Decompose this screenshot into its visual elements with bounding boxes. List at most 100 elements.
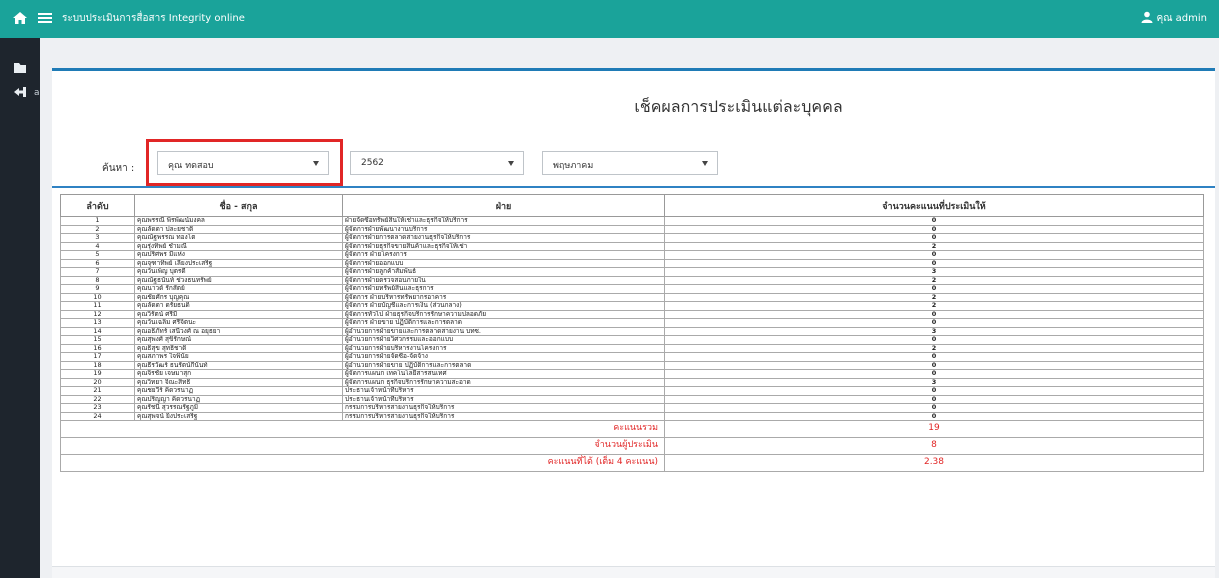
- row-name: คุณชัยศักร บุญคุณ: [134, 292, 343, 302]
- evaluation-panel: เช็คผลการประเมินแต่ละบุคคล ค้นหา : คุณ ท…: [52, 68, 1215, 578]
- row-department: ฝ่ายจัดซื้อทรัพย์สินให้เช่าและธุรกิจให้บ…: [342, 216, 665, 226]
- row-score: 0: [664, 216, 1204, 226]
- row-number: 23: [60, 403, 135, 413]
- user-icon: [1141, 11, 1153, 23]
- table-row: 21 คุณชยวีร์ คิดวรนาฏ ประธานเจ้าหน้าที่บริ…: [60, 386, 1204, 396]
- summary-label: คะแนนรวม: [60, 420, 665, 438]
- row-name: คุณลัดดา ดรัยธนดิ: [134, 301, 343, 311]
- row-number: 11: [60, 301, 135, 311]
- row-score: 3: [664, 326, 1204, 336]
- row-score: 0: [664, 335, 1204, 345]
- summary-value: 2.38: [664, 454, 1204, 472]
- table-row: 1 คุณพรรณี พิรพัฒน์มงคล ฝ่ายจัดซื้อทรัพย์ส…: [60, 216, 1204, 226]
- row-department: ผู้จัดการฝ่ายออกแบบ: [342, 258, 665, 268]
- table-row: 8 คุณณัฐธนันท์ ช่วงธนทรัพย์ ผู้จัดการฝ่ายต…: [60, 275, 1204, 285]
- row-number: 2: [60, 224, 135, 234]
- row-score: 0: [664, 386, 1204, 396]
- header-score: จำนวนคะแนนที่ประเมินให้: [664, 194, 1204, 217]
- row-number: 20: [60, 377, 135, 387]
- table-row: 22 คุณปริญญา คิดวรนาฏ ประธานเจ้าหน้าที่บริ…: [60, 394, 1204, 404]
- row-score: 2: [664, 275, 1204, 285]
- menu-icon[interactable]: [38, 11, 52, 25]
- row-name: คุณปริญญา คิดวรนาฏ: [134, 394, 343, 404]
- row-name: คุณปริศพร มีแห่ง: [134, 250, 343, 260]
- year-select[interactable]: 2562: [350, 151, 524, 175]
- app-title[interactable]: ระบบประเมินการสื่อสาร Integrity online: [62, 11, 245, 26]
- row-name: คุณวันเฉลิม ศรีจิตนะ: [134, 318, 343, 328]
- row-score: 0: [664, 258, 1204, 268]
- row-score: 2: [664, 292, 1204, 302]
- row-name: คุณลัดดา ปละยชาติ: [134, 224, 343, 234]
- sign-out-icon[interactable]: [10, 84, 30, 100]
- row-name: คุณวิรัตน์ ศรีมี: [134, 309, 343, 319]
- row-score: 0: [664, 411, 1204, 421]
- summary-label: คะแนนที่ได้ (เต็ม 4 คะแนน): [60, 454, 665, 472]
- row-number: 18: [60, 360, 135, 370]
- table-row: 14 คุณอธิภัทร์ เสนีวงศ์ ณ อยุธยา ผู้อำนวยก…: [60, 326, 1204, 336]
- row-department: กรรมการบริหารสายงานธุรกิจให้บริการ: [342, 403, 665, 413]
- row-name: คุณจุฑาทิพย์ เลียงประเสริฐ: [134, 258, 343, 268]
- row-number: 13: [60, 318, 135, 328]
- row-department: ผู้จัดการ ฝ่ายบัญชีและการเงิน (ส่วนกลาง): [342, 301, 665, 311]
- row-number: 14: [60, 326, 135, 336]
- row-name: คุณรุ่งทิพย์ ชำมณี: [134, 241, 343, 251]
- row-number: 4: [60, 241, 135, 251]
- chevron-down-icon: [508, 161, 514, 166]
- row-score: 0: [664, 403, 1204, 413]
- summary-row: จำนวนผู้ประเมิน 8: [60, 437, 1204, 455]
- row-number: 22: [60, 394, 135, 404]
- header-department: ฝ่าย: [342, 194, 665, 217]
- row-number: 15: [60, 335, 135, 345]
- panel-footer: [52, 566, 1215, 578]
- home-icon[interactable]: [12, 10, 28, 26]
- row-name: คุณธิสุข สุทธิชาติ: [134, 343, 343, 353]
- month-select[interactable]: พฤษภาคม: [542, 151, 718, 175]
- row-number: 10: [60, 292, 135, 302]
- row-name: คุณนาวด์ รักสัตย์: [134, 284, 343, 294]
- table-row: 4 คุณรุ่งทิพย์ ชำมณี ผู้จัดการฝ่ายธุรกิจขา…: [60, 241, 1204, 251]
- main-content: เช็คผลการประเมินแต่ละบุคคล ค้นหา : คุณ ท…: [40, 38, 1219, 578]
- row-score: 0: [664, 250, 1204, 260]
- top-navbar: ระบบประเมินการสื่อสาร Integrity online ค…: [0, 0, 1219, 38]
- summary-row: คะแนนรวม 19: [60, 420, 1204, 438]
- row-name: คุณธีรวัฒร์ ธนรัตน์กีนันท์: [134, 360, 343, 370]
- folder-icon[interactable]: [10, 60, 30, 76]
- row-name: คุณวันเพ็ญ บุตรดี: [134, 267, 343, 277]
- row-department: กรรมการบริหารสายงานธุรกิจให้บริการ: [342, 411, 665, 421]
- row-name: คุณพรรณี พิรพัฒน์มงคล: [134, 216, 343, 226]
- row-score: 0: [664, 309, 1204, 319]
- row-name: คุณรัชนี สุวรรณรัฐภูมิ: [134, 403, 343, 413]
- row-number: 5: [60, 250, 135, 260]
- row-department: ผู้จัดการ ฝ่ายบริหารทรัพยากรอาคาร: [342, 292, 665, 302]
- row-number: 9: [60, 284, 135, 294]
- row-number: 8: [60, 275, 135, 285]
- row-department: ผู้จัดการทั่วไป ฝ่ายธุรกิจบริการรักษาควา…: [342, 309, 665, 319]
- results-table: ลำดับ ชื่อ - สกุล ฝ่าย จำนวนคะแนนที่ประเ…: [60, 194, 1204, 472]
- table-row: 2 คุณลัดดา ปละยชาติ ผู้จัดการฝ่ายพัฒนางานบ…: [60, 224, 1204, 234]
- row-name: คุณสุพจน์ ยิ่งประเสริฐ: [134, 411, 343, 421]
- table-row: 16 คุณธิสุข สุทธิชาติ ผู้อำนวยการฝ่ายบริหา…: [60, 343, 1204, 353]
- row-number: 21: [60, 386, 135, 396]
- row-department: ประธานเจ้าหน้าที่บริหาร: [342, 394, 665, 404]
- row-score: 0: [664, 318, 1204, 328]
- row-department: ผู้จัดการฝ่ายทรัพย์สินและธุรการ: [342, 284, 665, 294]
- row-score: 0: [664, 224, 1204, 234]
- row-department: ผู้อำนวยการฝ่ายขาย ปฏิบัติการและการตลาด: [342, 360, 665, 370]
- row-score: 2: [664, 241, 1204, 251]
- table-row: 17 คุณสภาพร ใจพินัย ผู้อำนวยการฝ่ายจัดซื้อ…: [60, 352, 1204, 362]
- sidebar: a: [0, 38, 40, 578]
- header-name: ชื่อ - สกุล: [134, 194, 343, 217]
- user-menu[interactable]: คุณ admin: [1157, 11, 1207, 26]
- table-row: 10 คุณชัยศักร บุญคุณ ผู้จัดการ ฝ่ายบริหารท…: [60, 292, 1204, 302]
- row-number: 1: [60, 216, 135, 226]
- summary-value: 8: [664, 437, 1204, 455]
- sidebar-item-label[interactable]: a: [34, 88, 40, 98]
- row-name: คุณสุพงศ์ สุขิรักษณ์: [134, 335, 343, 345]
- table-row: 19 คุณจิรชัย เจษมาสุก ผู้จัดการแผนก เทคโนโ…: [60, 369, 1204, 379]
- table-body: 1 คุณพรรณี พิรพัฒน์มงคล ฝ่ายจัดซื้อทรัพย์ส…: [60, 216, 1204, 472]
- row-name: คุณจิรชัย เจษมาสุก: [134, 369, 343, 379]
- row-department: ผู้อำนวยการฝ่ายบริหารงานโครงการ: [342, 343, 665, 353]
- header-no: ลำดับ: [60, 194, 135, 217]
- row-number: 12: [60, 309, 135, 319]
- row-number: 16: [60, 343, 135, 353]
